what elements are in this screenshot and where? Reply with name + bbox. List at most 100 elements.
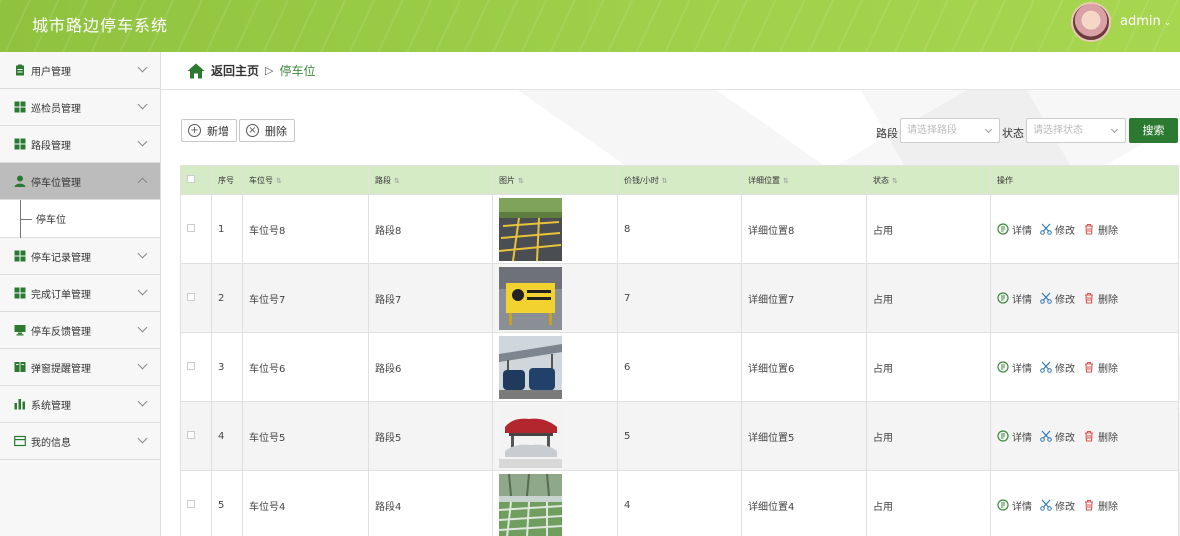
sort-icon[interactable]: ⇅: [892, 177, 898, 185]
sort-icon[interactable]: ⇅: [518, 177, 524, 185]
delete-row-button[interactable]: 删除: [1083, 498, 1118, 513]
edit-button[interactable]: 修改: [1040, 291, 1075, 306]
book-icon: [14, 362, 26, 372]
scissors-icon: [1040, 361, 1052, 373]
edit-button[interactable]: 修改: [1040, 222, 1075, 237]
home-icon[interactable]: [187, 63, 205, 79]
user-menu[interactable]: admin ⌄: [1120, 14, 1171, 29]
carport-thumbnail[interactable]: [499, 335, 562, 399]
cell-space: 车位号8: [242, 194, 369, 264]
row-checkbox[interactable]: [187, 499, 195, 508]
chevron-down-icon: [137, 396, 148, 407]
select-all-header[interactable]: [180, 165, 212, 195]
edit-button[interactable]: 修改: [1040, 360, 1075, 375]
cell-no: 4: [211, 401, 243, 471]
cell-status: 占用: [866, 332, 991, 402]
row-checkbox[interactable]: [187, 223, 195, 232]
user-avatar[interactable]: [1071, 2, 1111, 42]
bar-chart-icon: [14, 399, 25, 410]
user-icon: [14, 175, 26, 187]
status-select[interactable]: 请选择状态: [1026, 118, 1126, 143]
sidebar-item-completed-orders[interactable]: 完成订单管理: [0, 275, 160, 312]
cell-location: 详细位置6: [741, 332, 867, 402]
scissors-icon: [1040, 499, 1052, 511]
chevron-down-icon: [137, 62, 148, 73]
column-header-price[interactable]: 价钱/小时 ⇅: [617, 165, 742, 195]
sidebar-item-roads[interactable]: 路段管理: [0, 126, 160, 163]
sort-icon[interactable]: ⇅: [783, 177, 789, 185]
sort-icon[interactable]: ⇅: [276, 177, 282, 185]
sidebar-item-my-info[interactable]: 我的信息: [0, 423, 160, 460]
detail-button[interactable]: 详情: [997, 498, 1032, 513]
trash-icon: [1085, 361, 1093, 373]
cell-image: [492, 194, 618, 264]
delete-row-button[interactable]: 删除: [1083, 360, 1118, 375]
road-select[interactable]: 请选择路段: [900, 118, 1000, 143]
delete-row-button[interactable]: 删除: [1083, 222, 1118, 237]
sidebar-item-system[interactable]: 系统管理: [0, 386, 160, 423]
row-select-cell[interactable]: [180, 263, 212, 333]
row-select-cell[interactable]: [180, 332, 212, 402]
cell-road: 路段4: [368, 470, 493, 536]
select-all-checkbox[interactable]: [187, 175, 195, 183]
search-button[interactable]: 搜索: [1129, 118, 1178, 143]
sidebar-item-label: 我的信息: [31, 437, 71, 449]
detail-button[interactable]: 详情: [997, 360, 1032, 375]
parking-sign-thumbnail[interactable]: [499, 266, 562, 330]
column-header-space[interactable]: 车位号 ⇅: [242, 165, 369, 195]
sort-icon[interactable]: ⇅: [394, 177, 400, 185]
row-checkbox[interactable]: [187, 361, 195, 370]
column-header-road[interactable]: 路段 ⇅: [368, 165, 493, 195]
sidebar-item-inspectors[interactable]: 巡检员管理: [0, 89, 160, 126]
breadcrumb-current: 停车位: [279, 64, 316, 78]
sidebar-item-parking-records[interactable]: 停车记录管理: [0, 238, 160, 275]
sort-icon[interactable]: ⇅: [662, 177, 668, 185]
grid-icon: [14, 287, 26, 299]
sidebar-item-feedback[interactable]: 停车反馈管理: [0, 312, 160, 349]
car-lift-thumbnail[interactable]: [499, 404, 562, 468]
delete-row-button[interactable]: 删除: [1083, 291, 1118, 306]
column-header-status[interactable]: 状态 ⇅: [866, 165, 991, 195]
edit-button[interactable]: 修改: [1040, 429, 1075, 444]
column-header-image[interactable]: 图片 ⇅: [492, 165, 618, 195]
road-filter-label: 路段: [876, 127, 898, 140]
row-select-cell[interactable]: [180, 470, 212, 536]
row-checkbox[interactable]: [187, 430, 195, 439]
column-header-location[interactable]: 详细位置 ⇅: [741, 165, 867, 195]
chevron-down-icon: [137, 285, 148, 296]
sidebar-item-label: 停车位管理: [31, 177, 81, 189]
row-actions: 详情 修改 删除: [997, 429, 1178, 444]
scissors-icon: [1040, 292, 1052, 304]
cell-actions: 详情 修改 删除: [990, 332, 1179, 402]
table-header-row: 序号 车位号 ⇅ 路段 ⇅ 图片 ⇅ 价钱/小时 ⇅ 详细位置 ⇅ 状态 ⇅ 操作: [180, 165, 1179, 195]
sidebar-subitem-parking-space[interactable]: 停车位: [0, 200, 160, 238]
cell-actions: 详情 修改 删除: [990, 263, 1179, 333]
grid-icon: [14, 138, 26, 150]
detail-button[interactable]: 详情: [997, 429, 1032, 444]
detail-button[interactable]: 详情: [997, 291, 1032, 306]
parking-lot-thumbnail[interactable]: [499, 197, 562, 261]
cell-status: 占用: [866, 401, 991, 471]
cell-image: [492, 263, 618, 333]
grass-paver-thumbnail[interactable]: [499, 473, 562, 536]
sidebar-item-popup-reminders[interactable]: 弹窗提醒管理: [0, 349, 160, 386]
breadcrumb-home-link[interactable]: 返回主页: [211, 62, 259, 79]
sidebar-item-parking-spaces[interactable]: 停车位管理: [0, 163, 160, 200]
add-button[interactable]: + 新增: [181, 119, 237, 142]
delete-button[interactable]: × 删除: [239, 119, 295, 142]
row-select-cell[interactable]: [180, 194, 212, 264]
detail-icon: [997, 499, 1009, 511]
delete-row-button[interactable]: 删除: [1083, 429, 1118, 444]
detail-icon: [997, 430, 1009, 442]
edit-button[interactable]: 修改: [1040, 498, 1075, 513]
row-checkbox[interactable]: [187, 292, 195, 301]
sidebar-item-users[interactable]: 用户管理: [0, 52, 160, 89]
row-select-cell[interactable]: [180, 401, 212, 471]
clipboard-icon: [16, 64, 24, 76]
detail-icon: [997, 361, 1009, 373]
delete-button-label: 删除: [265, 124, 287, 138]
trash-icon: [1085, 499, 1093, 511]
sidebar-item-label: 弹窗提醒管理: [31, 363, 91, 375]
detail-icon: [997, 223, 1009, 235]
detail-button[interactable]: 详情: [997, 222, 1032, 237]
